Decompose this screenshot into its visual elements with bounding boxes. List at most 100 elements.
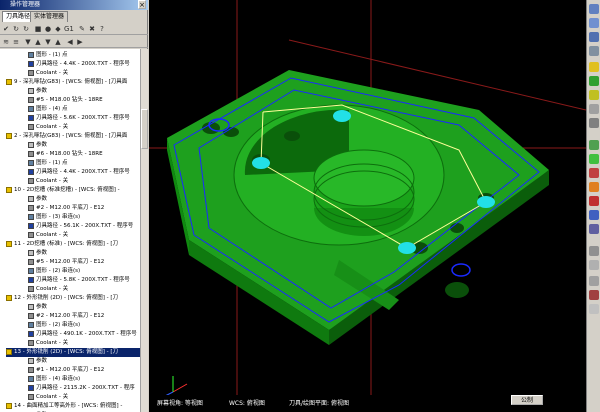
folder-icon: [6, 132, 12, 139]
operation-node[interactable]: 13 - 外形铣削 (2D) - [WCS: 俯视图] - [刀: [6, 348, 140, 357]
tool-icon: [28, 258, 34, 265]
toggle-display-icon[interactable]: ≡: [12, 38, 20, 46]
tree-scrollbar[interactable]: [140, 49, 148, 412]
operation-node[interactable]: 10 - 2D挖槽 (标准挖槽) - [WCS: 俯视图] -: [6, 186, 140, 195]
operation-child-item[interactable]: 刀具路径 - 2115.2K - 200X.TXT - 程序: [28, 384, 140, 393]
graph-icon: [28, 159, 34, 166]
delete-icon[interactable]: ✖: [88, 25, 96, 33]
view-iso-icon[interactable]: [589, 46, 599, 56]
trim-icon[interactable]: [589, 196, 599, 206]
operation-child-item[interactable]: 图形 - (1) 点: [28, 159, 140, 168]
insert-arrow-down-icon[interactable]: ▼: [44, 38, 52, 46]
operation-child-item[interactable]: 刀具路径 - 4.4K - 200X.TXT - 程序号: [28, 168, 140, 177]
shade-icon[interactable]: [589, 62, 599, 72]
operation-child-item[interactable]: #5 - M12.00 平底刀 - E12: [28, 258, 140, 267]
zoom-fit-icon[interactable]: [589, 104, 599, 114]
level-icon[interactable]: [589, 260, 599, 270]
insert-arrow-up-icon[interactable]: ▲: [54, 38, 62, 46]
operation-child-item[interactable]: 参数: [28, 249, 140, 258]
operation-child-item[interactable]: Coolant - 关: [28, 393, 140, 402]
settings-icon[interactable]: [589, 304, 599, 314]
layer-icon[interactable]: [589, 246, 599, 256]
param-icon: [28, 303, 34, 310]
operation-item-label: 2 - 深孔啄钻(G83) - [WCS: 俯视图] - [刀具面: [14, 133, 128, 139]
panel-titlebar: 操作管理器 ×: [0, 0, 148, 10]
operation-child-item[interactable]: 刀具路径 - 490.1K - 200X.TXT - 程序号: [28, 330, 140, 339]
operation-node[interactable]: 14 - 曲面精加工等高外形 - [WCS: 俯视图] -: [6, 402, 140, 411]
move-up-icon[interactable]: ▲: [34, 38, 42, 46]
operation-child-item[interactable]: 刀具路径 - 5.8K - 200X.TXT - 程序号: [28, 276, 140, 285]
operation-child-item[interactable]: Coolant - 关: [28, 285, 140, 294]
operation-child-item[interactable]: 刀具路径 - 4.4K - 200X.TXT - 程序号: [28, 60, 140, 69]
wireframe-icon[interactable]: [589, 76, 599, 86]
tool-icon: [28, 177, 34, 184]
operation-child-item[interactable]: 参数: [28, 357, 140, 366]
select-all-icon[interactable]: ✔: [2, 25, 10, 33]
folder-icon: [6, 294, 12, 301]
scroll-icon[interactable]: ◀: [66, 38, 74, 46]
tab-solids[interactable]: 实体管理器: [30, 11, 69, 22]
operation-child-item[interactable]: 图形 - (4) 点: [28, 105, 140, 114]
operation-child-item[interactable]: 参数: [28, 141, 140, 150]
zoom-window-icon[interactable]: [589, 118, 599, 128]
operation-child-item[interactable]: 图形 - (3) 串连(s): [28, 213, 140, 222]
operation-child-item[interactable]: #1 - M12.00 平底刀 - E12: [28, 366, 140, 375]
operation-child-item[interactable]: 参数: [28, 303, 140, 312]
operation-child-item[interactable]: Coolant - 关: [28, 177, 140, 186]
param-icon: [28, 87, 34, 94]
operation-child-item[interactable]: #2 - M12.00 平底刀 - E12: [28, 312, 140, 321]
view-side-icon[interactable]: [589, 32, 599, 42]
operation-child-item[interactable]: 参数: [28, 195, 140, 204]
regenerate-dirty-icon[interactable]: ↻: [22, 25, 30, 33]
operation-child-item[interactable]: 参数: [28, 87, 140, 96]
operation-child-item[interactable]: 图形 - (4) 串连(s): [28, 375, 140, 384]
operation-child-item[interactable]: #5 - M18.00 钻头 - 18RE: [28, 96, 140, 105]
backplot-icon[interactable]: ■: [34, 25, 42, 33]
operation-child-item[interactable]: 刀具路径 - 5.6K - 200X.TXT - 程序号: [28, 114, 140, 123]
operation-item-label: 图形 - (4) 点: [36, 106, 68, 112]
operation-child-item[interactable]: #2 - M12.00 平底刀 - E12: [28, 204, 140, 213]
operation-child-item[interactable]: Coolant - 关: [28, 231, 140, 240]
operation-child-item[interactable]: Coolant - 关: [28, 69, 140, 78]
operation-child-item[interactable]: Coolant - 关: [28, 339, 140, 348]
operation-item-label: 图形 - (3) 串连(s): [36, 214, 81, 220]
offset-icon[interactable]: [589, 224, 599, 234]
post-icon[interactable]: G1: [64, 25, 74, 33]
scrollbar-thumb[interactable]: [141, 109, 148, 149]
highfeed-icon[interactable]: ✎: [78, 25, 86, 33]
operation-child-item[interactable]: #6 - M18.00 钻头 - 18RE: [28, 150, 140, 159]
translate-icon[interactable]: [589, 140, 599, 150]
view-front-icon[interactable]: [589, 18, 599, 28]
operation-node[interactable]: 9 - 深孔啄钻(G83) - [WCS: 俯视图] - [刀具面: [6, 78, 140, 87]
scale-icon[interactable]: [589, 182, 599, 192]
regenerate-icon[interactable]: ↻: [12, 25, 20, 33]
axis-x: [172, 383, 188, 393]
operation-child-item[interactable]: Coolant - 关: [28, 123, 140, 132]
rotate-icon[interactable]: [589, 154, 599, 164]
operation-node[interactable]: 2 - 深孔啄钻(G83) - [WCS: 俯视图] - [刀具面: [6, 132, 140, 141]
lock-icon[interactable]: ≋: [2, 38, 10, 46]
units-box[interactable]: 公制: [511, 395, 543, 405]
only-display-icon[interactable]: ▶: [76, 38, 84, 46]
graphics-viewport[interactable]: [149, 0, 586, 412]
hidden-line-icon[interactable]: [589, 90, 599, 100]
operation-item-label: 图形 - (2) 串连(s): [36, 268, 81, 274]
operation-child-item[interactable]: 刀具路径 - 56.1K - 200X.TXT - 程序号: [28, 222, 140, 231]
simulate-icon[interactable]: ◆: [54, 25, 62, 33]
close-icon[interactable]: ×: [138, 0, 146, 9]
operation-item-label: 刀具路径 - 490.1K - 200X.TXT - 程序号: [36, 331, 137, 337]
move-down-icon[interactable]: ▼: [24, 38, 32, 46]
operation-child-item[interactable]: 图形 - (2) 串连(s): [28, 321, 140, 330]
analyze-icon[interactable]: [589, 210, 599, 220]
help-icon[interactable]: ?: [98, 25, 106, 33]
graph-icon: [28, 213, 34, 220]
operation-node[interactable]: 11 - 2D挖槽 (标准) - [WCS: 俯视图] - [刀: [6, 240, 140, 249]
operation-child-item[interactable]: 图形 - (2) 串连(s): [28, 267, 140, 276]
mirror-icon[interactable]: [589, 168, 599, 178]
operation-node[interactable]: 12 - 外形铣削 (2D) - [WCS: 俯视图] - [刀: [6, 294, 140, 303]
verify-icon[interactable]: ●: [44, 25, 52, 33]
delete-entity-icon[interactable]: [589, 290, 599, 300]
view-top-icon[interactable]: [589, 4, 599, 14]
blank-icon[interactable]: [589, 276, 599, 286]
operation-child-item[interactable]: 图形 - (1) 点: [28, 51, 140, 60]
